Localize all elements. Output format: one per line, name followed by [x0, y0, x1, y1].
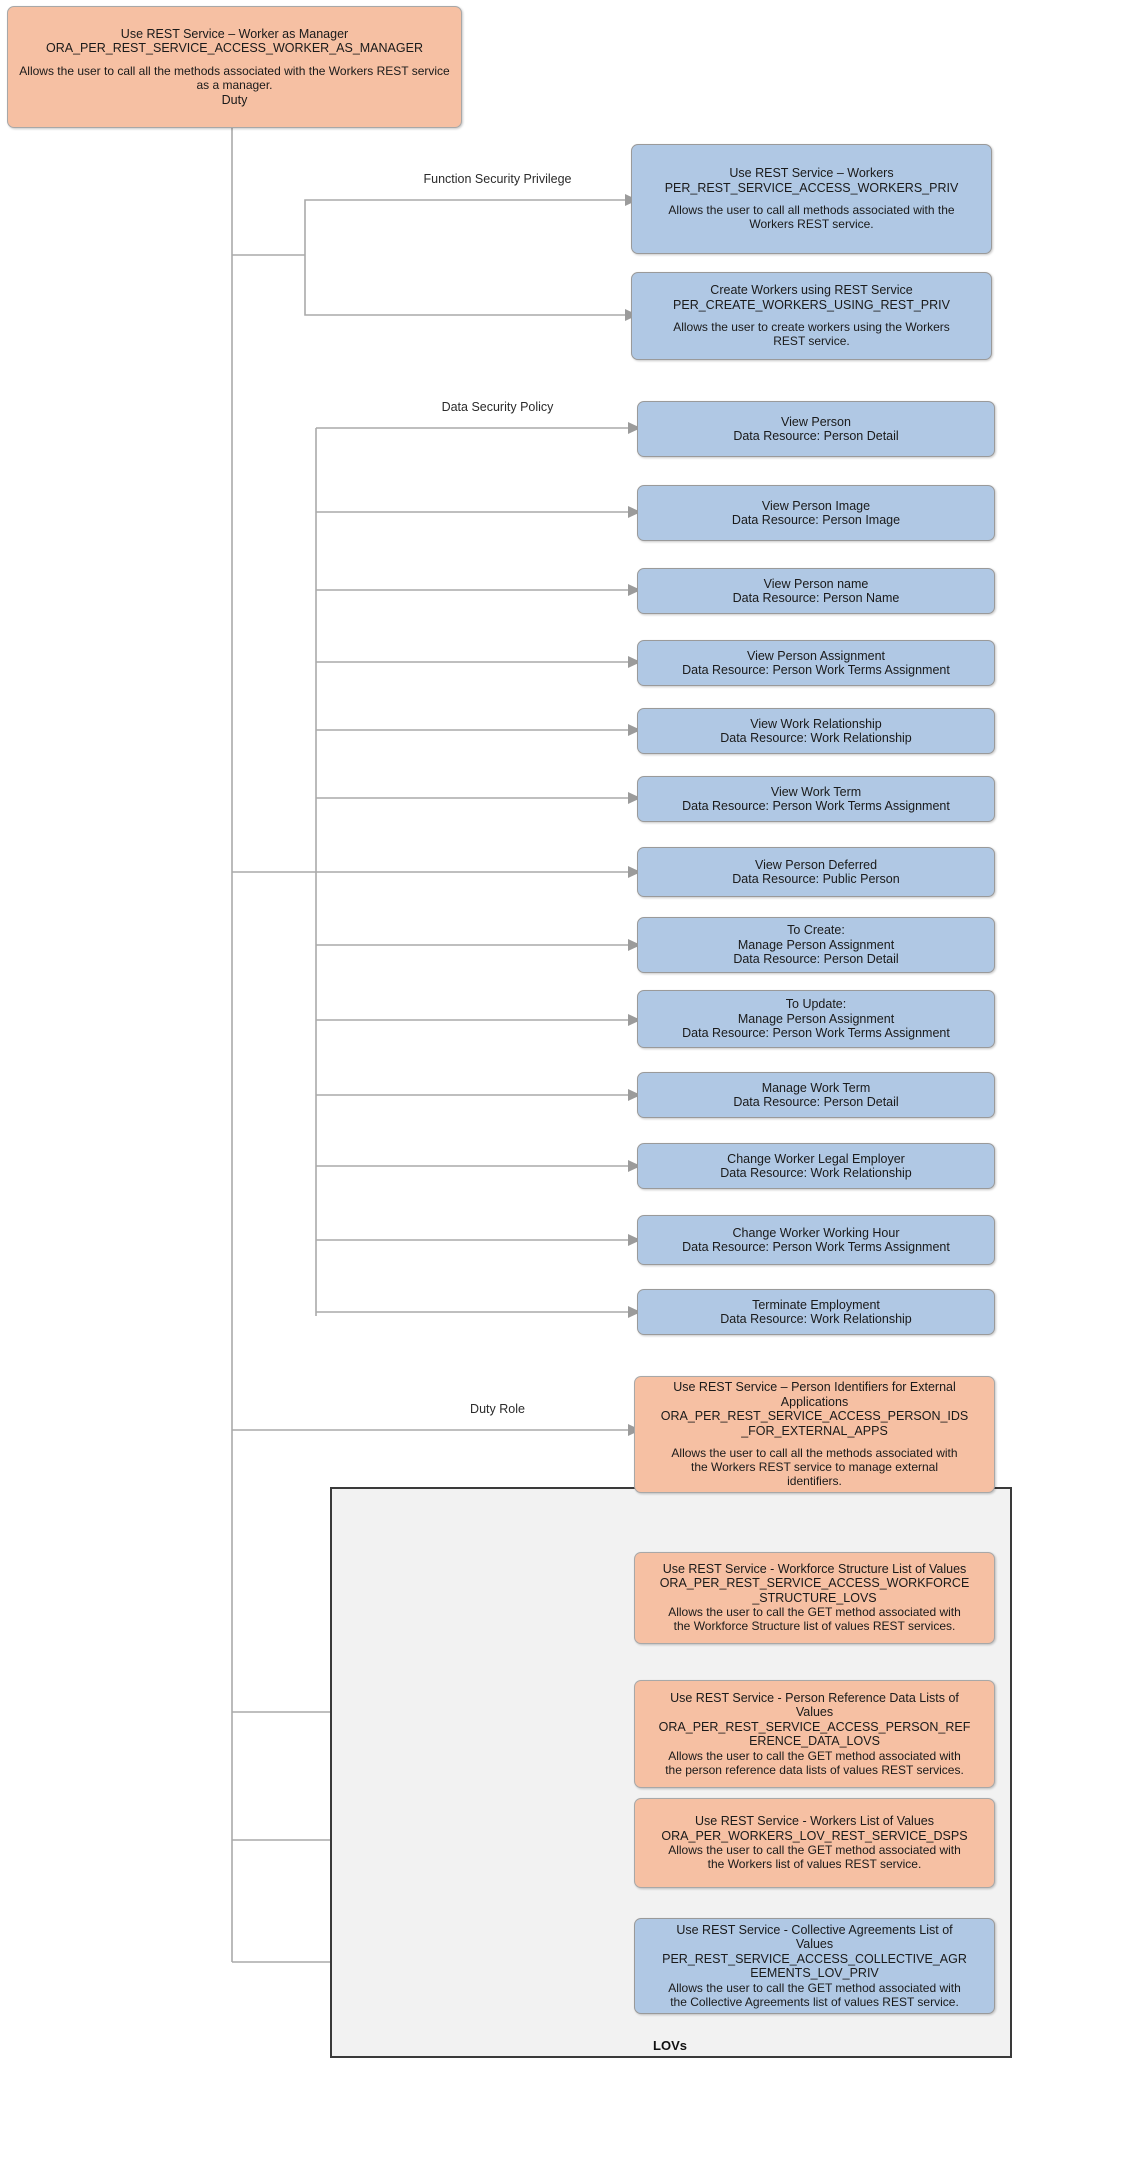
node-title: View Person Deferred	[754, 857, 878, 872]
root-node-code: ORA_PER_REST_SERVICE_ACCESS_WORKER_AS_MA…	[46, 41, 423, 56]
node-resource: Data Resource: Work Relationship	[720, 1312, 912, 1326]
node-description: Allows the user to call all methods asso…	[668, 203, 955, 231]
node-title: To Create: Manage Person Assignment	[737, 923, 895, 952]
node-description: Allows the user to call the GET method a…	[668, 1605, 961, 1634]
node-dsp-view-person-deferred[interactable]: View Person Deferred Data Resource: Publ…	[637, 847, 995, 897]
node-title: Use REST Service - Collective Agreements…	[676, 1922, 953, 1952]
connector-label-function-security-privilege: Function Security Privilege	[423, 172, 572, 186]
node-dsp-terminate-employment[interactable]: Terminate Employment Data Resource: Work…	[637, 1289, 995, 1335]
node-resource: Data Resource: Person Name	[732, 591, 900, 605]
node-code: ORA_PER_REST_SERVICE_ACCESS_PERSON_REF E…	[658, 1719, 971, 1749]
node-dsp-view-work-term[interactable]: View Work Term Data Resource: Person Wor…	[637, 776, 995, 822]
node-description: Allows the user to call the GET method a…	[668, 1980, 961, 2009]
node-title: Use REST Service - Person Reference Data…	[670, 1690, 959, 1720]
node-code: PER_REST_SERVICE_ACCESS_WORKERS_PRIV	[664, 180, 959, 195]
node-code: PER_REST_SERVICE_ACCESS_COLLECTIVE_AGR E…	[662, 1951, 967, 1981]
node-resource: Data Resource: Person Detail	[733, 1095, 899, 1109]
node-lov-collective-agreements[interactable]: Use REST Service - Collective Agreements…	[634, 1918, 995, 2014]
node-dsp-view-person[interactable]: View Person Data Resource: Person Detail	[637, 401, 995, 457]
root-node-role-type: Duty	[221, 92, 248, 107]
root-node-worker-as-manager[interactable]: Use REST Service – Worker as Manager ORA…	[7, 6, 462, 128]
node-description: Allows the user to call all the methods …	[671, 1446, 958, 1488]
node-code: ORA_PER_WORKERS_LOV_REST_SERVICE_DSPS	[661, 1828, 968, 1843]
node-code: ORA_PER_REST_SERVICE_ACCESS_PERSON_IDS _…	[660, 1409, 969, 1438]
node-lov-workforce-structure[interactable]: Use REST Service - Workforce Structure L…	[634, 1552, 995, 1644]
node-title: Change Worker Legal Employer	[727, 1151, 905, 1166]
node-title: View Person Image	[761, 498, 871, 513]
node-title: Use REST Service – Workers	[729, 166, 894, 181]
node-resource: Data Resource: Person Work Terms Assignm…	[682, 1026, 950, 1041]
root-node-description: Allows the user to call all the methods …	[19, 63, 450, 92]
node-resource: Data Resource: Person Work Terms Assignm…	[682, 1240, 950, 1254]
node-title: Use REST Service - Workers List of Value…	[695, 1814, 934, 1829]
node-title: View Work Relationship	[750, 716, 882, 731]
node-lov-workers[interactable]: Use REST Service - Workers List of Value…	[634, 1798, 995, 1888]
node-resource: Data Resource: Work Relationship	[720, 1166, 912, 1180]
node-dsp-view-person-assignment[interactable]: View Person Assignment Data Resource: Pe…	[637, 640, 995, 686]
node-dsp-view-work-relationship[interactable]: View Work Relationship Data Resource: Wo…	[637, 708, 995, 754]
node-fsp-use-rest-service-workers[interactable]: Use REST Service – Workers PER_REST_SERV…	[631, 144, 992, 254]
node-duty-role-person-identifiers-external-apps[interactable]: Use REST Service – Person Identifiers fo…	[634, 1376, 995, 1493]
node-title: Create Workers using REST Service	[710, 283, 913, 298]
node-resource: Data Resource: Person Work Terms Assignm…	[682, 663, 950, 677]
node-description: Allows the user to call the GET method a…	[668, 1843, 961, 1871]
node-title: Manage Work Term	[761, 1080, 871, 1095]
node-dsp-to-create-manage-person-assignment[interactable]: To Create: Manage Person Assignment Data…	[637, 917, 995, 973]
connector-label-data-security-policy: Data Security Policy	[441, 400, 554, 414]
node-dsp-change-worker-working-hour[interactable]: Change Worker Working Hour Data Resource…	[637, 1215, 995, 1265]
node-title: View Person	[781, 414, 851, 429]
connector-label-duty-role: Duty Role	[470, 1402, 525, 1416]
node-dsp-manage-work-term[interactable]: Manage Work Term Data Resource: Person D…	[637, 1072, 995, 1118]
node-dsp-view-person-name[interactable]: View Person name Data Resource: Person N…	[637, 568, 995, 614]
node-dsp-change-worker-legal-employer[interactable]: Change Worker Legal Employer Data Resour…	[637, 1143, 995, 1189]
node-resource: Data Resource: Person Work Terms Assignm…	[682, 799, 950, 813]
node-dsp-to-update-manage-person-assignment[interactable]: To Update: Manage Person Assignment Data…	[637, 990, 995, 1048]
node-title: View Person name	[763, 576, 869, 591]
node-code: ORA_PER_REST_SERVICE_ACCESS_WORKFORCE _S…	[659, 1576, 970, 1605]
node-resource: Data Resource: Person Detail	[733, 952, 899, 967]
node-title: To Update: Manage Person Assignment	[737, 997, 895, 1026]
node-resource: Data Resource: Person Detail	[733, 429, 899, 443]
node-dsp-view-person-image[interactable]: View Person Image Data Resource: Person …	[637, 485, 995, 541]
node-title: View Work Term	[770, 784, 862, 799]
node-title: Use REST Service - Workforce Structure L…	[662, 1561, 967, 1576]
diagram-canvas: Use REST Service – Worker as Manager ORA…	[0, 0, 1125, 2168]
node-resource: Data Resource: Person Image	[731, 513, 901, 527]
lovs-group-label: LOVs	[653, 2038, 687, 2053]
node-title: Terminate Employment	[752, 1297, 880, 1312]
node-code: PER_CREATE_WORKERS_USING_REST_PRIV	[673, 297, 950, 312]
node-title: Change Worker Working Hour	[732, 1225, 900, 1240]
node-description: Allows the user to call the GET method a…	[665, 1748, 964, 1777]
node-title: View Person Assignment	[746, 648, 886, 663]
node-resource: Data Resource: Work Relationship	[720, 731, 912, 745]
node-resource: Data Resource: Public Person	[732, 872, 900, 886]
node-title: Use REST Service – Person Identifiers fo…	[673, 1380, 956, 1409]
node-lov-person-reference-data[interactable]: Use REST Service - Person Reference Data…	[634, 1680, 995, 1788]
node-fsp-create-workers-using-rest-service[interactable]: Create Workers using REST Service PER_CR…	[631, 272, 992, 360]
node-description: Allows the user to create workers using …	[673, 320, 950, 348]
root-node-title: Use REST Service – Worker as Manager	[120, 26, 349, 41]
